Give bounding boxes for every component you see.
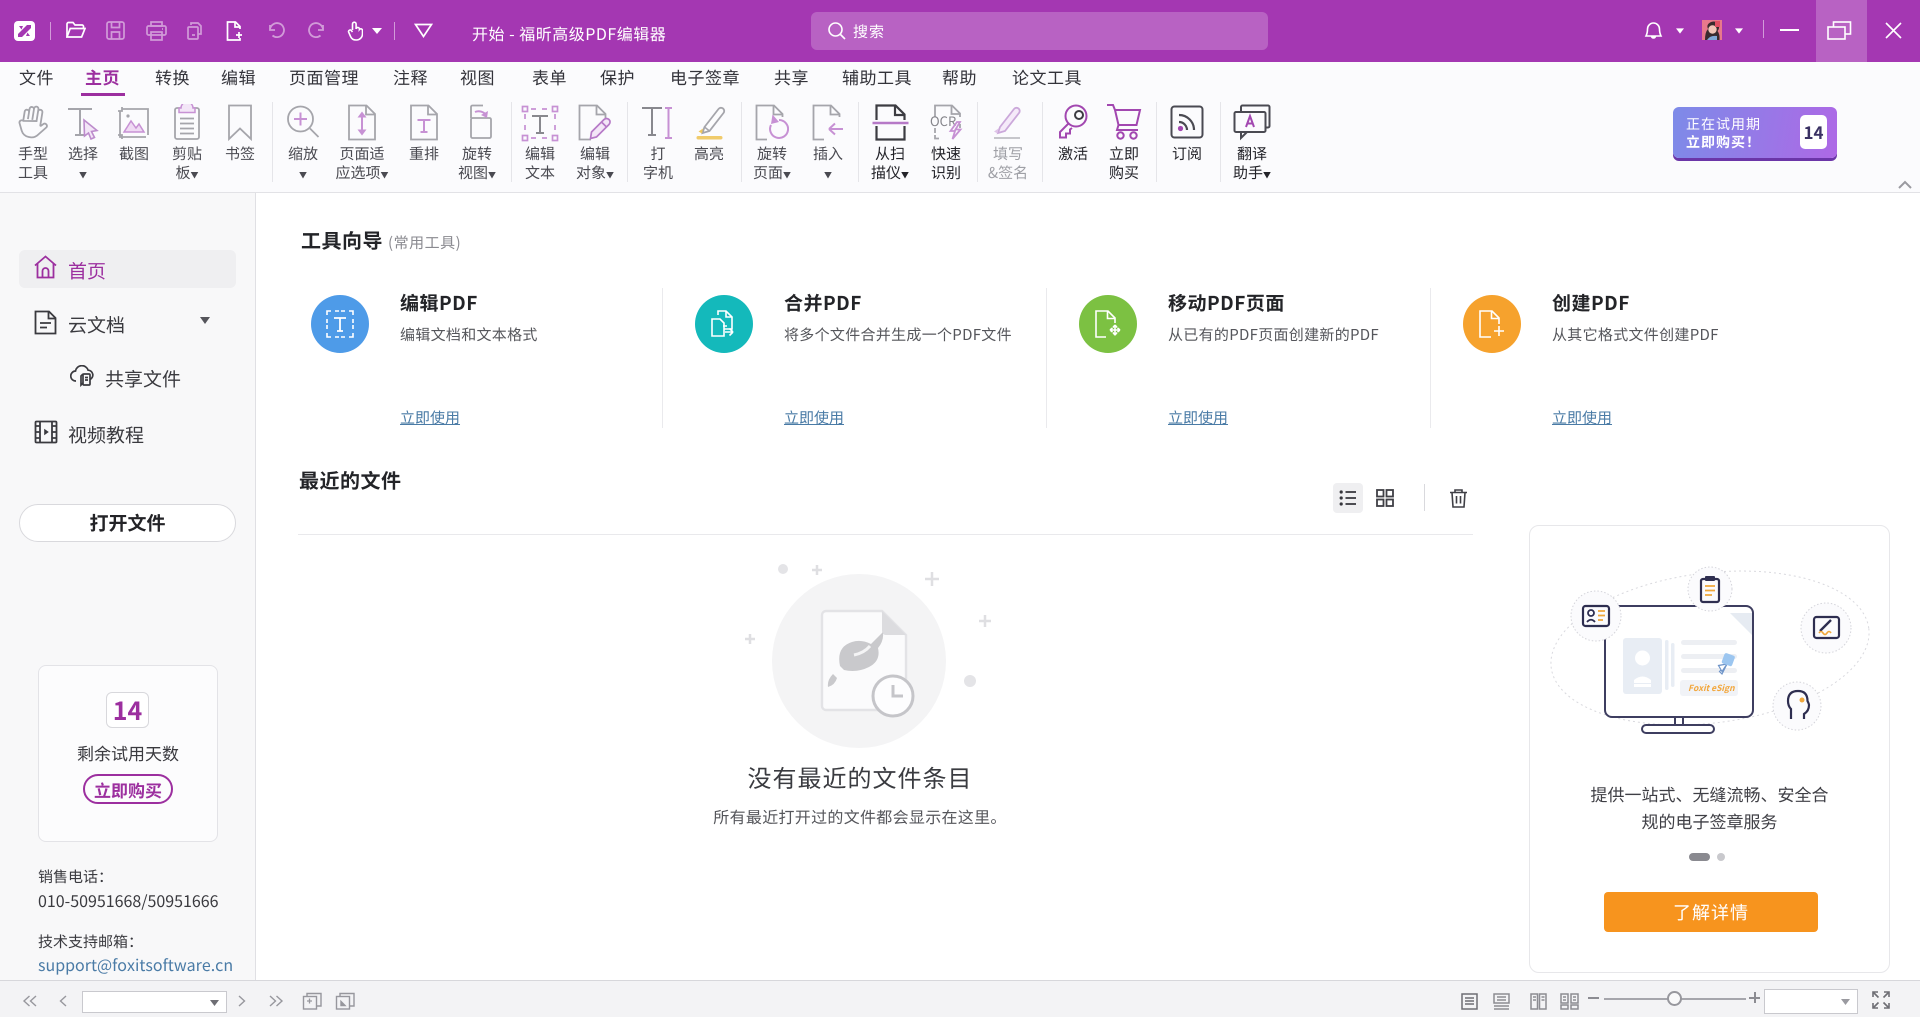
- svg-text:Foxit eSign: Foxit eSign: [1688, 682, 1735, 694]
